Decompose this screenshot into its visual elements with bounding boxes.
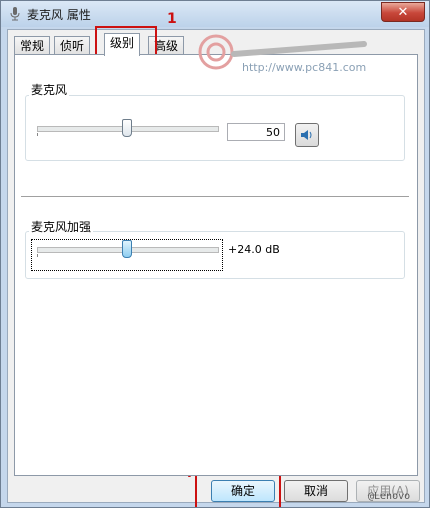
tab-levels[interactable]: 级别 [104,33,141,56]
mute-button[interactable] [295,123,319,147]
watermark-url: http://www.pc841.com [242,61,367,74]
annotation-box-4 [195,473,281,507]
boost-slider-thumb[interactable] [122,240,132,258]
title-bar[interactable]: 麦克风 属性 ✕ [1,1,429,27]
microphone-level-input[interactable]: 50 [227,123,285,141]
levels-panel: 麦克风 50 麦克风加强 +24.0 dB [14,54,418,476]
cancel-button[interactable]: 取消 [284,480,348,502]
boost-label: 麦克风加强 [29,218,94,235]
dialog-client: 常规 侦听 级别 高级 http://www.pc841.com 麦克风 50 [7,29,425,503]
separator [21,196,409,198]
window-title: 麦克风 属性 [27,8,91,22]
close-icon: ✕ [397,4,409,20]
annotation-number-1: 1 [167,11,177,27]
speaker-icon [301,130,312,140]
tab-general[interactable]: 常规 [14,36,51,55]
tab-listen[interactable]: 侦听 [54,36,91,55]
watermark-brand: @Lenovo [368,491,411,502]
properties-window: 麦克风 属性 ✕ 常规 侦听 级别 高级 http://www.pc841.co… [0,0,430,508]
boost-value: +24.0 dB [228,243,280,256]
microphone-label: 麦克风 [29,81,70,98]
microphone-icon [10,7,20,21]
close-button[interactable]: ✕ [381,2,425,22]
microphone-slider-thumb[interactable] [122,119,132,137]
